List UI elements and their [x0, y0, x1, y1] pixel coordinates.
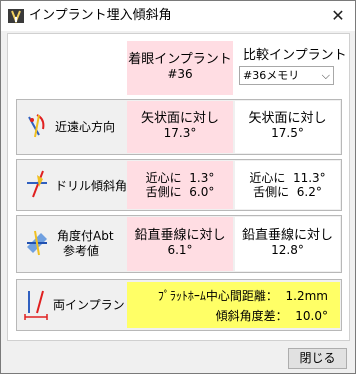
title-bar: インプラント埋入傾斜角 ✕ — [1, 1, 355, 31]
drill-label: ドリル傾斜角 — [55, 179, 128, 193]
abutment-focus-cell: 鉛直垂線に対し 6.1° — [127, 217, 233, 271]
abutment-compare-line2: 12.8° — [271, 243, 304, 257]
inclination-difference: 傾斜角度差： 10.0° — [215, 309, 328, 323]
abutment-focus-line1: 鉛直垂線に対し — [134, 228, 226, 243]
drill-icon — [27, 170, 47, 198]
mesiodistal-focus-line1: 矢状面に対し — [140, 111, 219, 126]
mesiodistal-focus-cell: 矢状面に対し 17.3° — [127, 101, 233, 153]
chevron-down-icon: ⌵ — [321, 69, 330, 82]
drill-focus-cell: 近心に 1.3° 舌側に 6.0° — [127, 161, 233, 209]
window-title: インプラント埋入傾斜角 — [29, 8, 172, 23]
abutment-compare-cell: 鉛直垂線に対し 12.8° — [235, 217, 340, 271]
mesiodistal-label: 近遠心方向 — [55, 120, 116, 134]
dialog-window: インプラント埋入傾斜角 ✕ 着眼インプラント #36 比較インプラント #36メ… — [0, 0, 356, 374]
abutment-icon — [27, 230, 47, 256]
drill-compare-cell: 近心に 11.3° 舌側に 6.2° — [235, 161, 340, 209]
close-button[interactable]: 閉じる — [288, 348, 347, 369]
drill-compare-mesial: 近心に 11.3° — [249, 171, 326, 185]
focus-implant-header: 着眼インプラント #36 — [127, 41, 233, 95]
compare-select-value: #36メモリ — [243, 69, 300, 82]
mesiodistal-compare-cell: 矢状面に対し 17.5° — [235, 101, 340, 153]
app-icon — [8, 9, 24, 24]
drill-focus-mesial: 近心に 1.3° — [145, 171, 215, 185]
between-implants-icon — [24, 290, 48, 320]
focus-implant-value: #36 — [167, 67, 193, 81]
compare-implant-label: 比較インプラント — [243, 48, 347, 63]
abutment-label-2: 参考値 — [63, 244, 100, 258]
abutment-label-1: 角度付Abt — [57, 229, 114, 243]
mesiodistal-focus-line2: 17.3° — [163, 126, 197, 140]
close-icon[interactable]: ✕ — [328, 6, 348, 26]
abutment-focus-line2: 6.1° — [167, 243, 193, 257]
drill-focus-lingual: 舌側に 6.0° — [145, 185, 215, 199]
mesiodistal-compare-line1: 矢状面に対し — [248, 111, 327, 126]
compare-implant-select[interactable]: #36メモリ ⌵ — [239, 66, 334, 85]
drill-compare-lingual: 舌側に 6.2° — [253, 185, 322, 199]
mesiodistal-icon — [28, 114, 45, 138]
between-implants-values: ﾌﾟﾗｯﾄﾎｰﾑ中心間距離： 1.2mm 傾斜角度差： 10.0° — [127, 282, 340, 328]
platform-distance: ﾌﾟﾗｯﾄﾎｰﾑ中心間距離： 1.2mm — [157, 289, 328, 303]
focus-implant-label: 着眼インプラント — [128, 52, 232, 67]
abutment-compare-line1: 鉛直垂線に対し — [241, 228, 333, 243]
mesiodistal-compare-line2: 17.5° — [271, 126, 304, 140]
